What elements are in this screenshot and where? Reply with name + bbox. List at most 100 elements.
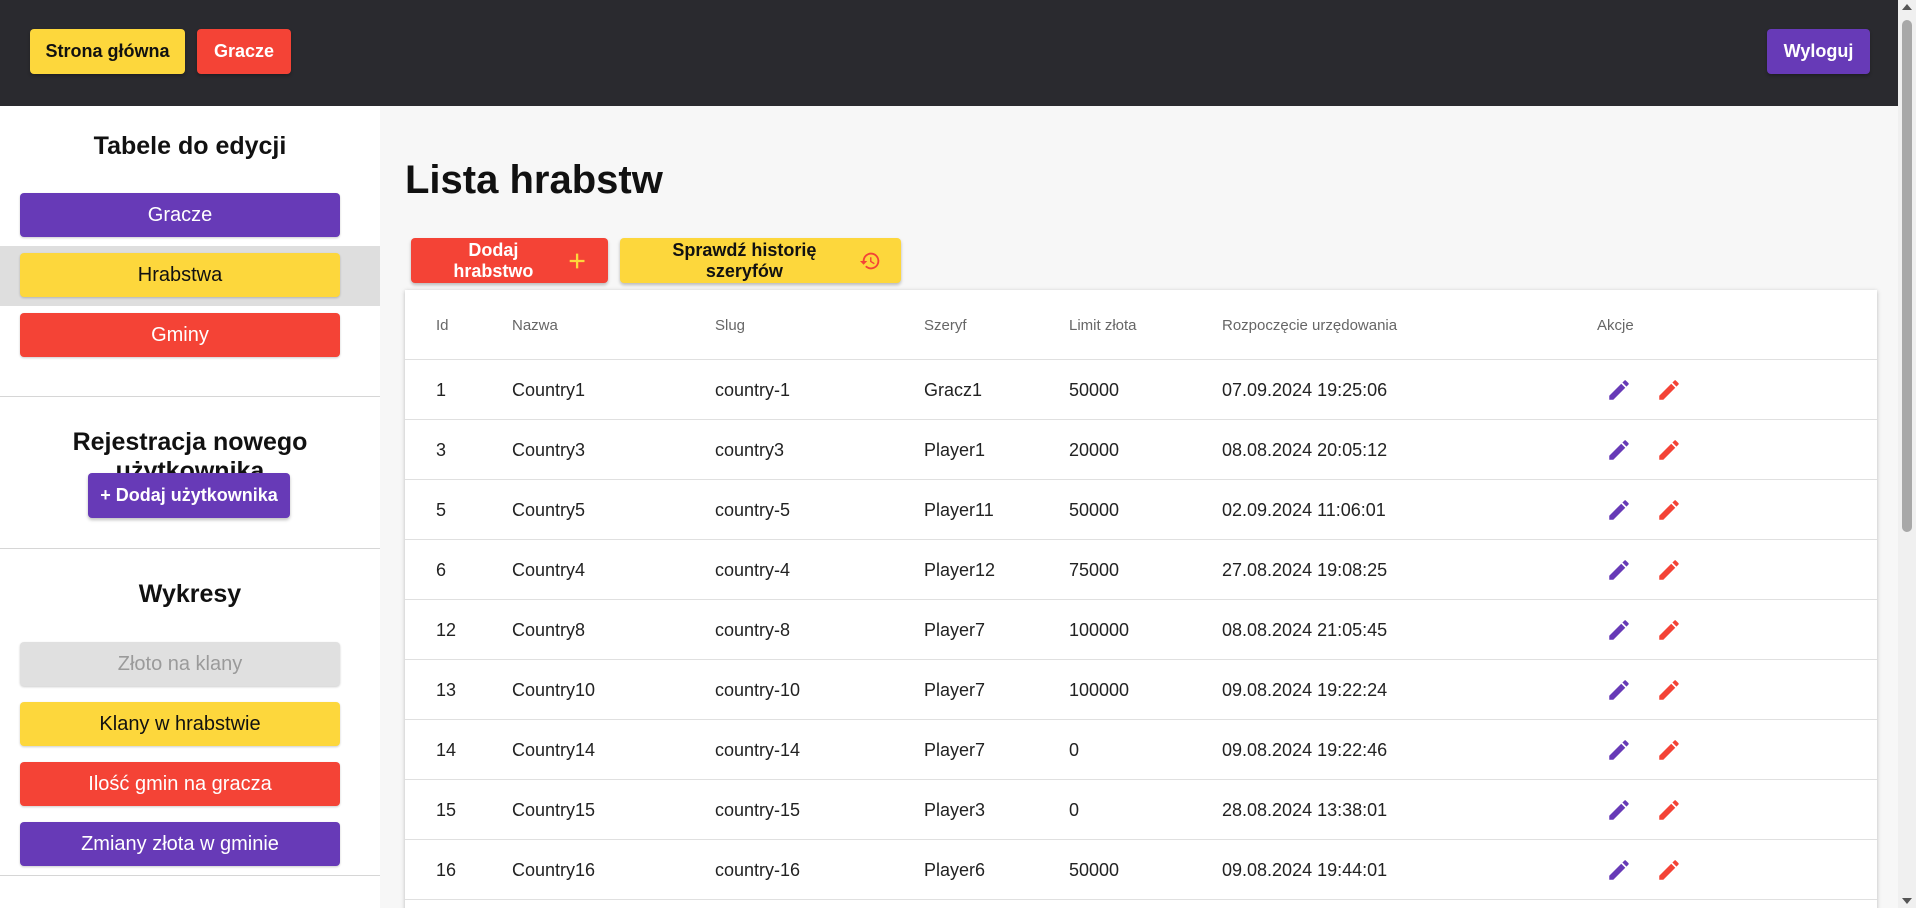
column-header-slug[interactable]: Slug [715,290,745,360]
column-header-name[interactable]: Nazwa [512,290,558,360]
pencil-icon [1659,620,1679,640]
pencil-icon [1609,620,1629,640]
column-header-id[interactable]: Id [436,290,449,360]
page-title: Lista hrabstw [405,158,663,202]
cell-sheriff: Player3 [924,799,986,820]
cell-sheriff: Player11 [924,499,994,520]
cell-id: 16 [436,859,457,880]
cell-sheriff: Player12 [924,559,996,580]
sheriff-history-button[interactable]: Sprawdź historię szeryfów [620,238,901,283]
table-row: 5 Country5 country-5 Player11 50000 02.09.202… [405,480,1877,540]
chart-item-communes-per-player[interactable]: Ilość gmin na gracza [20,762,340,806]
cell-id: 12 [436,619,457,640]
sidebar-divider [0,548,380,549]
chart-item-gold-changes[interactable]: Zmiany złota w gminie [20,822,340,866]
edit-alt-button[interactable] [1655,376,1683,404]
edit-alt-button[interactable] [1655,616,1683,644]
pencil-icon [1609,800,1629,820]
column-header-gold-limit[interactable]: Limit złota [1069,290,1137,360]
edit-alt-button[interactable] [1655,736,1683,764]
cell-start-date: 08.08.2024 21:05:45 [1222,619,1388,640]
sidebar: Tabele do edycji Gracze Hrabstwa Gminy R… [0,106,380,908]
cell-slug: country-14 [715,739,801,760]
cell-start-date: 07.09.2024 19:25:06 [1222,379,1388,400]
pencil-icon [1609,380,1629,400]
cell-start-date: 09.08.2024 19:22:24 [1222,679,1388,700]
chart-item-gold-per-clan[interactable]: Złoto na klany [20,642,340,686]
column-header-start-date[interactable]: Rozpoczęcie urzędowania [1222,290,1397,360]
tables-section-title: Tabele do edycji [93,132,287,160]
plus-icon [569,253,585,268]
pencil-icon [1659,560,1679,580]
sidebar-item-counties[interactable]: Hrabstwa [20,253,340,297]
history-icon [859,252,880,269]
cell-gold-limit: 0 [1069,739,1080,760]
cell-start-date: 28.08.2024 13:38:01 [1222,799,1388,820]
cell-name: Country4 [512,559,586,580]
table-row: 6 Country4 country-4 Player12 75000 27.08.202… [405,540,1877,600]
pencil-icon [1609,500,1629,520]
pencil-icon [1659,680,1679,700]
edit-button[interactable] [1605,616,1633,644]
column-header-sheriff[interactable]: Szeryf [924,290,967,360]
cell-start-date: 09.08.2024 19:22:46 [1222,739,1388,760]
pencil-icon [1659,740,1679,760]
cell-gold-limit: 100000 [1069,679,1130,700]
pencil-icon [1609,560,1629,580]
cell-gold-limit: 20000 [1069,439,1120,460]
edit-alt-button[interactable] [1655,676,1683,704]
pencil-icon [1659,380,1679,400]
table-row: 3 Country3 country3 Player1 20000 08.08.2024 … [405,420,1877,480]
edit-button[interactable] [1605,436,1633,464]
edit-button[interactable] [1605,496,1633,524]
table-row: 15 Country15 country-15 Player3 0 28.08.2024 … [405,780,1877,840]
chart-item-clans-in-county[interactable]: Klany w hrabstwie [20,702,340,746]
sidebar-divider [0,396,380,397]
edit-button[interactable] [1605,556,1633,584]
cell-id: 14 [436,739,457,760]
logout-button[interactable]: Wyloguj [1767,29,1870,74]
edit-alt-button[interactable] [1655,556,1683,584]
cell-gold-limit: 50000 [1069,379,1120,400]
cell-slug: country-8 [715,619,791,640]
edit-alt-button[interactable] [1655,796,1683,824]
cell-sheriff: Gracz1 [924,379,983,400]
cell-sheriff: Player6 [924,859,986,880]
edit-alt-button[interactable] [1655,436,1683,464]
cell-gold-limit: 75000 [1069,559,1120,580]
table-row: 12 Country8 country-8 Player7 100000 08.08.20… [405,600,1877,660]
cell-start-date: 09.08.2024 19:44:01 [1222,859,1388,880]
add-user-button[interactable]: + Dodaj użytkownika [88,473,290,518]
page-scrollbar[interactable] [1898,0,1916,908]
edit-button[interactable] [1605,856,1633,884]
cell-gold-limit: 50000 [1069,499,1120,520]
cell-start-date: 02.09.2024 11:06:01 [1222,499,1386,520]
sidebar-item-players[interactable]: Gracze [20,193,340,237]
edit-button[interactable] [1605,736,1633,764]
scroll-thumb[interactable] [1902,20,1912,532]
column-header-actions: Akcje [1597,316,1634,334]
cell-name: Country16 [512,859,596,880]
edit-button[interactable] [1605,676,1633,704]
edit-alt-button[interactable] [1655,856,1683,884]
cell-id: 15 [436,799,457,820]
sidebar-item-communes[interactable]: Gminy [20,313,340,357]
cell-slug: country3 [715,439,785,460]
cell-id: 13 [436,679,457,700]
edit-button[interactable] [1605,796,1633,824]
pencil-icon [1609,740,1629,760]
scroll-down-icon[interactable] [1902,898,1912,904]
edit-button[interactable] [1605,376,1633,404]
cell-name: Country8 [512,619,586,640]
players-nav-button[interactable]: Gracze [197,29,291,74]
edit-alt-button[interactable] [1655,496,1683,524]
sheriff-history-label: Sprawdź historię szeryfów [672,239,817,281]
pencil-icon [1659,500,1679,520]
add-county-button[interactable]: Dodaj hrabstwo [411,238,608,283]
cell-slug: country-15 [715,799,801,820]
scroll-up-icon[interactable] [1902,4,1912,10]
cell-id: 5 [436,499,447,520]
home-button[interactable]: Strona główna [30,29,185,74]
table-row: 13 Country10 country-10 Player7 100000 09.08.… [405,660,1877,720]
cell-gold-limit: 50000 [1069,859,1120,880]
